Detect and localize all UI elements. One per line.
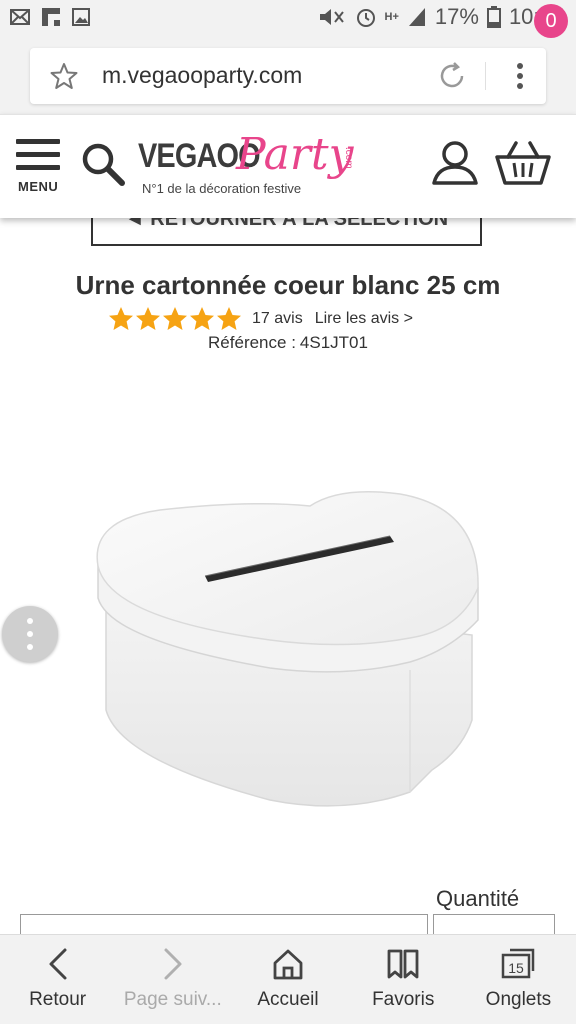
flipboard-icon bbox=[42, 8, 60, 26]
status-indicators: H+ 17% 10:57 bbox=[317, 4, 564, 30]
address-bar[interactable]: m.vegaooparty.com bbox=[30, 48, 546, 104]
basket-icon[interactable] bbox=[494, 139, 552, 189]
browser-bottom-bar: Retour Page suiv... Accueil Favoris 15 O… bbox=[0, 934, 576, 1024]
home-button[interactable]: Accueil bbox=[230, 935, 345, 1024]
star-icon bbox=[217, 307, 241, 330]
network-type: H+ bbox=[384, 11, 399, 23]
status-notifications bbox=[10, 8, 90, 26]
tabs-label: Onglets bbox=[485, 989, 552, 1010]
signal-icon bbox=[408, 8, 425, 26]
product-title: Urne cartonnée coeur blanc 25 cm bbox=[75, 270, 501, 300]
chevron-left-icon bbox=[49, 948, 67, 980]
logo-tagline: N°1 de la décoration festive bbox=[142, 181, 302, 196]
reference-value: 4S1JT01 bbox=[299, 333, 368, 352]
image-icon bbox=[72, 8, 90, 26]
star-icon bbox=[109, 307, 133, 330]
back-button[interactable]: Retour bbox=[0, 935, 115, 1024]
status-bar: H+ 17% 10:57 bbox=[0, 0, 576, 38]
quantity-label: Quantité bbox=[436, 886, 520, 911]
star-rating bbox=[108, 306, 242, 332]
read-reviews-link[interactable]: Lire les avis > bbox=[315, 310, 413, 328]
site-logo[interactable]: VEGAOO Party .com N°1 de la décoration f… bbox=[136, 129, 366, 209]
hamburger-icon bbox=[16, 139, 66, 170]
menu-label: MENU bbox=[18, 179, 59, 194]
rating-row: 17 avis Lire les avis > bbox=[108, 305, 413, 333]
battery-percent: 17% bbox=[434, 4, 479, 29]
star-icon bbox=[136, 307, 160, 330]
star-icon bbox=[190, 307, 214, 330]
battery-icon bbox=[486, 6, 501, 28]
site-header: MENU VEGAOO Party .com N°1 de la décorat… bbox=[0, 114, 576, 218]
star-icon bbox=[163, 307, 187, 330]
logo-com: .com bbox=[343, 147, 354, 169]
reference-label: Référence : bbox=[208, 333, 296, 352]
mail-icon bbox=[10, 9, 30, 25]
menu-button[interactable]: MENU bbox=[16, 139, 66, 199]
bookmarks-label: Favoris bbox=[372, 989, 435, 1010]
star-icon[interactable] bbox=[50, 62, 78, 90]
screen: H+ 17% 10:57 m.vegaooparty.com MENU VEGA… bbox=[0, 0, 576, 1024]
url-text[interactable]: m.vegaooparty.com bbox=[102, 62, 302, 89]
account-icon[interactable] bbox=[430, 139, 480, 187]
floating-menu-button[interactable] bbox=[2, 606, 58, 662]
tabs-count: 15 bbox=[509, 960, 525, 976]
mute-icon bbox=[319, 9, 344, 25]
bookmarks-icon bbox=[387, 949, 419, 979]
back-label: Retour bbox=[29, 989, 87, 1010]
product-reference: Référence :4S1JT01 bbox=[0, 333, 576, 353]
alarm-icon bbox=[356, 9, 375, 27]
cart-count-badge[interactable]: 0 bbox=[534, 4, 568, 38]
home-icon bbox=[273, 949, 303, 980]
reload-icon[interactable] bbox=[436, 60, 468, 92]
browser-toolbar: m.vegaooparty.com bbox=[0, 38, 576, 114]
divider bbox=[485, 62, 486, 90]
tabs-icon: 15 bbox=[502, 948, 535, 979]
bookmarks-button[interactable]: Favoris bbox=[346, 935, 461, 1024]
chevron-right-icon bbox=[164, 948, 182, 980]
reviews-count: 17 avis bbox=[252, 310, 303, 327]
forward-button[interactable]: Page suiv... bbox=[115, 935, 230, 1024]
tabs-button[interactable]: 15 Onglets bbox=[461, 935, 576, 1024]
search-icon[interactable] bbox=[80, 141, 128, 189]
logo-script: Party bbox=[236, 129, 354, 180]
overflow-menu-icon[interactable] bbox=[516, 62, 524, 90]
home-label: Accueil bbox=[257, 989, 319, 1010]
forward-label: Page suiv... bbox=[123, 989, 222, 1010]
product-image[interactable] bbox=[80, 470, 500, 830]
